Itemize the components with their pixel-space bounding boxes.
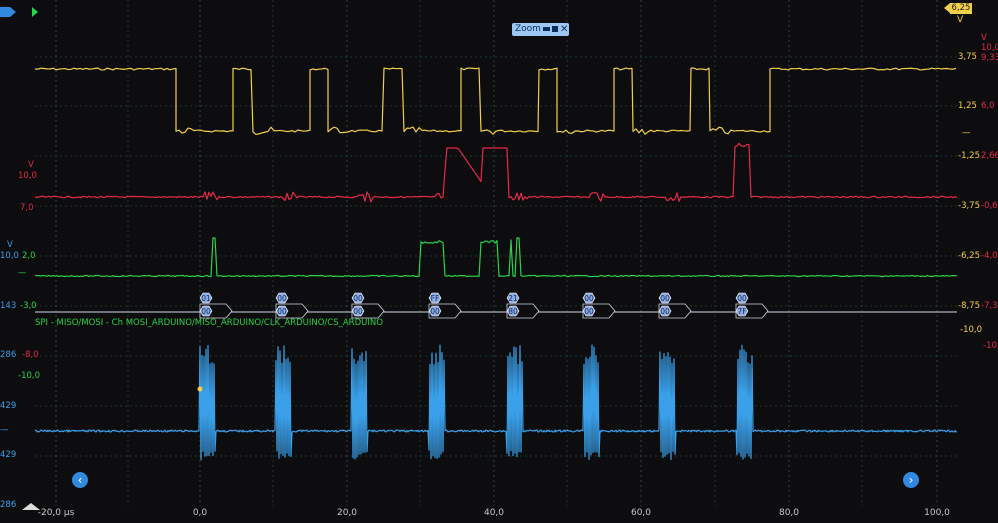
decoder-frame: 0000 — [582, 292, 616, 319]
right-axis-yellow-label: -10,0 — [960, 325, 982, 335]
left-edge-label: 286 — [0, 350, 17, 360]
decoder-top-value: 00 — [353, 294, 363, 303]
right-axis-red-top: 10,0 — [981, 43, 998, 53]
left-edge-label: 286 — [0, 500, 17, 510]
x-axis-label: 40,0 — [483, 508, 505, 518]
right-axis-yellow-label: -6,25 — [958, 251, 980, 261]
decoder-bottom-value: 00 — [430, 307, 440, 316]
zoom-label: Zoom — [515, 24, 541, 34]
decoder-top-value: 00 — [277, 294, 287, 303]
left-axis-blue-label: -8,0 — [22, 350, 39, 360]
right-axis-red-label: -4,0 — [981, 251, 998, 261]
decoder-bottom-value: 80 — [508, 307, 518, 316]
decoder-bottom-value: 00 — [660, 307, 670, 316]
close-icon[interactable]: ✕ — [560, 23, 568, 36]
x-axis-label: 60,0 — [630, 508, 652, 518]
trigger-point-marker — [197, 386, 203, 392]
decoder-frame: 007F — [735, 292, 769, 319]
x-axis-label: 80,0 — [778, 508, 800, 518]
decoder-bottom-value: 00 — [277, 307, 287, 316]
left-edge-label: 429 — [0, 450, 17, 460]
left-edge-label: 143 — [0, 301, 17, 311]
oscilloscope-plot[interactable]: 010000000000FF00218000000000007F — [0, 0, 998, 523]
yellow-trace — [34, 67, 957, 136]
right-axis-yellow-label: -1,25 — [958, 151, 980, 161]
decoder-frame: 0100 — [199, 292, 233, 319]
green-level-marker[interactable]: — — [18, 268, 27, 278]
decoder-top-value: FF — [431, 294, 440, 303]
maximize-icon[interactable] — [552, 26, 558, 32]
trigger-marker-icon — [0, 7, 38, 17]
zoom-panel[interactable]: Zoom ✕ — [512, 23, 569, 36]
right-axis-yellow-label: 1,25 — [958, 101, 977, 111]
decoder-bottom-value: 7F — [737, 307, 746, 316]
left-axis-green-label: 2,0 — [22, 251, 36, 261]
right-axis-red-label: 2,667 — [981, 151, 998, 161]
right-axis-red-unit: V — [981, 33, 987, 43]
right-axis-red-label: -0,667 — [981, 201, 998, 211]
blue-level-marker[interactable]: — — [0, 425, 9, 435]
left-axis-red-label: 7,0 — [20, 203, 34, 213]
minimize-icon[interactable] — [543, 27, 550, 31]
x-axis-label: 20,0 — [336, 508, 358, 518]
decoder-frame: 2180 — [506, 292, 540, 319]
left-axis-red-label: 10,0 — [18, 171, 37, 181]
decoder-top-value: 01 — [201, 294, 211, 303]
right-axis-red-label: 9,333 — [981, 53, 998, 63]
decoder-frame: FF 00 — [428, 292, 462, 319]
left-edge-label: 429 — [0, 401, 17, 411]
decoder-title: SPI - MISO/MOSI - Ch MOSI_ARDUINO/MISO_A… — [35, 318, 383, 328]
decoder-top-value: 00 — [660, 294, 670, 303]
right-axis-yellow-label: 3,75 — [958, 52, 977, 62]
decoder-bottom-value: 00 — [201, 307, 211, 316]
chevron-right-icon[interactable]: › — [903, 472, 919, 488]
x-axis-label: 100,0 — [924, 508, 950, 518]
top-right-scale-badge[interactable]: 6,25 — [950, 3, 972, 14]
x-axis-label: 0,0 — [192, 508, 208, 518]
right-axis-red-label: -7,333 — [981, 301, 998, 311]
decoder-bottom-value: 00 — [584, 307, 594, 316]
left-axis-green-label: 10,0 — [0, 251, 19, 261]
right-axis-red-label: -10,0 — [983, 341, 998, 351]
decoder-frame: 0000 — [351, 292, 385, 319]
right-axis-yellow-label: -8,75 — [958, 301, 980, 311]
traces — [34, 67, 958, 461]
x-axis-label: -20,0 µs — [37, 508, 75, 518]
decoder-top-value: 00 — [737, 294, 747, 303]
yellow-level-marker[interactable]: — — [962, 128, 971, 138]
blue-trace — [34, 344, 958, 461]
red-trace — [34, 142, 958, 203]
left-axis-green-label: -3,0 — [20, 301, 37, 311]
trigger-position-icon[interactable] — [22, 503, 40, 510]
decoder-bottom-value: 00 — [353, 307, 363, 316]
decoder-frame: 0000 — [658, 292, 692, 319]
left-axis-red-unit: V — [28, 160, 34, 170]
chevron-left-icon[interactable]: ‹ — [72, 472, 88, 488]
top-right-unit: V — [957, 15, 964, 25]
left-trigger-markers[interactable] — [0, 3, 40, 22]
decoder-top-value: 00 — [584, 294, 594, 303]
decoder-frame: 0000 — [275, 292, 309, 319]
left-axis-blue-label: -10,0 — [18, 371, 40, 381]
decoder-top-value: 21 — [508, 294, 518, 303]
right-axis-yellow-label: -3,75 — [958, 201, 980, 211]
grid — [35, 0, 957, 506]
right-axis-red-label: 6,0 — [981, 101, 995, 111]
green-trace — [34, 237, 958, 278]
left-axis-green-unit: V — [7, 240, 13, 250]
